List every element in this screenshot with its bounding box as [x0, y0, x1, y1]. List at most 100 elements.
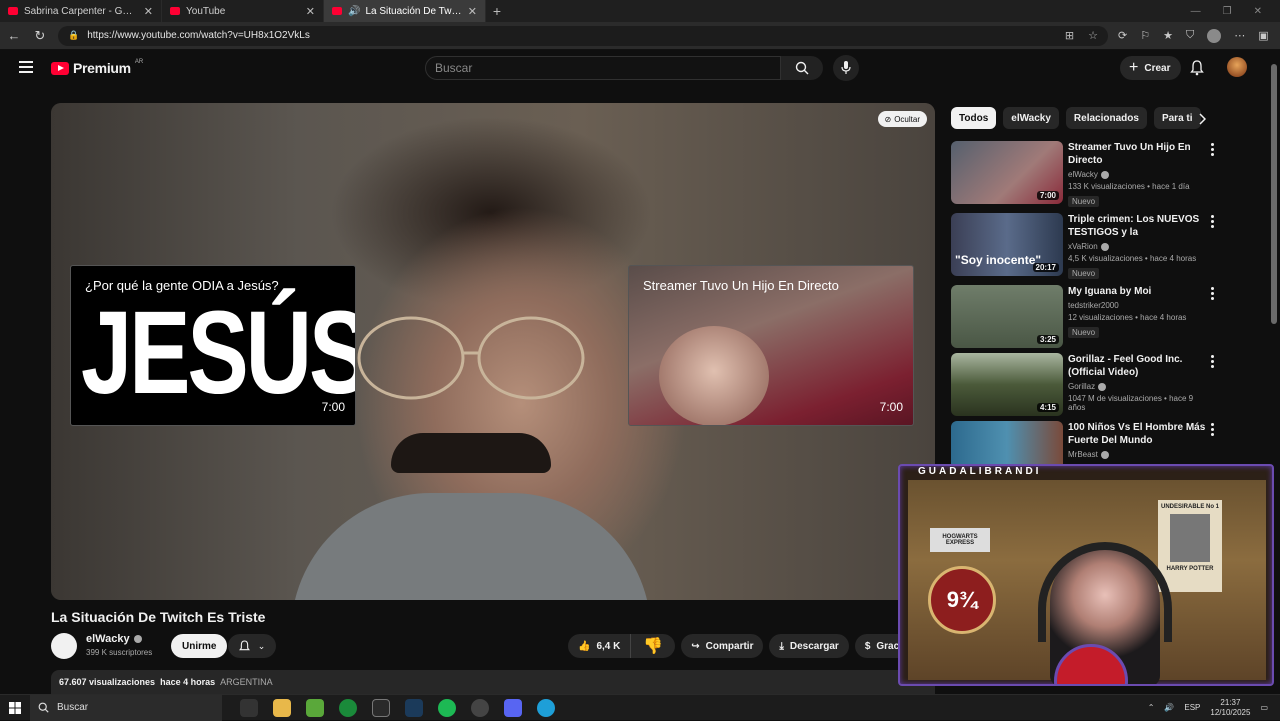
endcard-video[interactable]: Streamer Tuvo Un Hijo En Directo 7:00	[628, 265, 914, 426]
youtube-header: Premium AR Buscar + Crear	[0, 50, 1268, 86]
xbox-icon[interactable]	[339, 698, 357, 717]
chip-for-you[interactable]: Para ti	[1153, 107, 1201, 129]
video-title[interactable]: 100 Niños Vs El Hombre Más Fuerte Del Mu…	[1068, 421, 1208, 447]
spotify-icon[interactable]	[438, 698, 456, 717]
close-tab-icon[interactable]: ✕	[306, 5, 315, 18]
chevron-right-icon[interactable]	[1198, 113, 1206, 125]
video-title[interactable]: Gorillaz - Feel Good Inc. (Official Vide…	[1068, 353, 1208, 379]
browser-tab-sabrina[interactable]: Sabrina Carpenter - Go Go Juice ( ✕	[0, 0, 162, 22]
like-dislike-group: 👍 6,4 K 👎	[568, 634, 676, 658]
minimize-icon[interactable]: —	[1191, 6, 1201, 17]
obs-icon[interactable]	[471, 698, 489, 717]
close-window-icon[interactable]: ✕	[1254, 6, 1262, 17]
notifications-icon[interactable]: ▭	[1260, 703, 1268, 712]
maximize-icon[interactable]: ❐	[1223, 6, 1232, 17]
chip-todos[interactable]: Todos	[951, 107, 997, 129]
like-button[interactable]: 👍 6,4 K	[568, 634, 632, 658]
back-icon[interactable]: ←	[6, 28, 22, 43]
video-title[interactable]: Triple crimen: Los NUEVOS TESTIGOS y la …	[1068, 213, 1208, 239]
download-button[interactable]: ⤓ Descargar	[769, 634, 849, 658]
file-explorer-icon[interactable]	[273, 698, 291, 717]
video-title[interactable]: My Iguana by Moi	[1068, 285, 1208, 298]
chip-channel[interactable]: elWacky	[1003, 107, 1059, 129]
description-box[interactable]: 67.607 visualizaciones hace 4 horas ARGE…	[51, 670, 935, 696]
create-button[interactable]: + Crear	[1120, 56, 1182, 80]
more-actions-icon[interactable]	[1211, 143, 1215, 158]
channel-name[interactable]: elWacky	[1068, 170, 1098, 179]
language-indicator[interactable]: ESP	[1184, 703, 1200, 712]
browser-tab-active[interactable]: 🔊 La Situación De Twitch Es Triste ✕	[324, 0, 486, 22]
endcard-duration: 7:00	[321, 400, 345, 414]
more-actions-icon[interactable]	[1211, 215, 1215, 230]
verified-icon	[1100, 242, 1109, 251]
tab-title: YouTube	[186, 5, 226, 17]
more-actions-icon[interactable]	[1211, 423, 1215, 438]
search-button[interactable]	[781, 56, 823, 80]
profile-avatar[interactable]	[1207, 28, 1222, 43]
chip-related[interactable]: Relacionados	[1065, 107, 1147, 129]
volume-icon[interactable]: 🔊	[1164, 703, 1174, 712]
channel-name[interactable]: MrBeast	[1068, 450, 1098, 459]
hide-endcards-button[interactable]: ⊘ Ocultar	[877, 111, 927, 127]
app-available-icon[interactable]: ⊞	[1065, 29, 1074, 42]
close-tab-icon[interactable]: ✕	[144, 5, 153, 18]
dislike-button[interactable]: 👎	[631, 634, 675, 658]
search-input[interactable]: Buscar	[425, 56, 781, 80]
discord-icon[interactable]	[504, 698, 522, 717]
more-menu-icon[interactable]: ⋯	[1234, 29, 1245, 42]
speaker-icon[interactable]: 🔊	[348, 6, 360, 17]
favorite-star-icon[interactable]: ☆	[1088, 29, 1098, 42]
system-clock[interactable]: 21:37 12/10/2025	[1210, 698, 1250, 718]
video-title[interactable]: Streamer Tuvo Un Hijo En Directo	[1068, 141, 1208, 167]
new-tab-button[interactable]: +	[486, 0, 508, 22]
favorites-icon[interactable]: ★	[1163, 29, 1173, 42]
video-thumbnail[interactable]: 7:00	[951, 141, 1063, 204]
refresh-icon[interactable]: ↻	[32, 28, 48, 44]
extension-icon[interactable]: ⟳	[1118, 29, 1127, 42]
channel-name[interactable]: Gorillaz	[1068, 382, 1095, 391]
voice-search-button[interactable]	[833, 55, 859, 81]
browser-tab-youtube[interactable]: YouTube ✕	[162, 0, 324, 22]
youtube-logo[interactable]: Premium AR	[51, 59, 143, 76]
tray-chevron-up-icon[interactable]: ⌃	[1148, 703, 1155, 712]
platform-sign: 9¾	[928, 566, 996, 634]
more-actions-icon[interactable]	[1211, 287, 1215, 302]
endcard-video[interactable]: ¿Por qué la gente ODIA a Jesús? JESÚS 7:…	[70, 265, 356, 426]
taskbar-search-label: Buscar	[57, 702, 89, 713]
account-avatar[interactable]	[1227, 57, 1247, 77]
windows-taskbar: Buscar ⌃ 🔊 ESP 21:37 12/10/2025 ▭	[0, 694, 1280, 721]
shield-icon[interactable]: ⛉	[1186, 29, 1194, 42]
menu-icon[interactable]	[19, 61, 33, 73]
verified-icon	[1100, 450, 1109, 459]
youtube-favicon-icon	[8, 7, 18, 15]
channel-name[interactable]: xVaRion	[1068, 242, 1098, 251]
more-actions-icon[interactable]	[1211, 355, 1215, 370]
epic-games-icon[interactable]	[372, 698, 390, 717]
steam-icon[interactable]	[405, 698, 423, 717]
endcard-title: Streamer Tuvo Un Hijo En Directo	[643, 278, 839, 293]
scrollbar-thumb[interactable]	[1271, 64, 1277, 324]
close-tab-icon[interactable]: ✕	[468, 5, 477, 18]
streamer-name: GUADALIBRANDI	[918, 466, 1042, 477]
join-button[interactable]: Unirme	[171, 634, 228, 658]
channel-name[interactable]: tedstriker2000	[1068, 301, 1119, 310]
taskbar-search[interactable]: Buscar	[30, 694, 222, 721]
video-duration: 7:00	[1036, 191, 1059, 200]
minecraft-icon[interactable]	[306, 698, 324, 717]
video-thumbnail[interactable]: 4:15	[951, 353, 1063, 416]
notifications-bell-icon[interactable]	[1190, 60, 1204, 76]
sidebar-toggle-icon[interactable]: ▣	[1258, 29, 1268, 42]
video-thumbnail[interactable]: 3:25	[951, 285, 1063, 348]
start-button[interactable]	[0, 701, 30, 714]
extension-icon[interactable]: ⚐	[1140, 29, 1150, 42]
share-button[interactable]: ↪ Compartir	[681, 634, 764, 658]
channel-name[interactable]: elWacky	[86, 633, 142, 645]
window-controls: — ❐ ✕	[1191, 0, 1280, 22]
video-player[interactable]: ⊘ Ocultar ¿Por qué la gente ODIA a Jesús…	[51, 103, 935, 600]
subscription-bell-button[interactable]: ⌄	[228, 634, 276, 658]
task-view-icon[interactable]	[240, 698, 258, 717]
edge-icon[interactable]	[537, 698, 555, 717]
video-thumbnail[interactable]: "Soy inocente" 20:17	[951, 213, 1063, 276]
url-field[interactable]: 🔒 https://www.youtube.com/watch?v=UH8x1O…	[58, 25, 1108, 46]
channel-avatar[interactable]	[51, 633, 77, 659]
